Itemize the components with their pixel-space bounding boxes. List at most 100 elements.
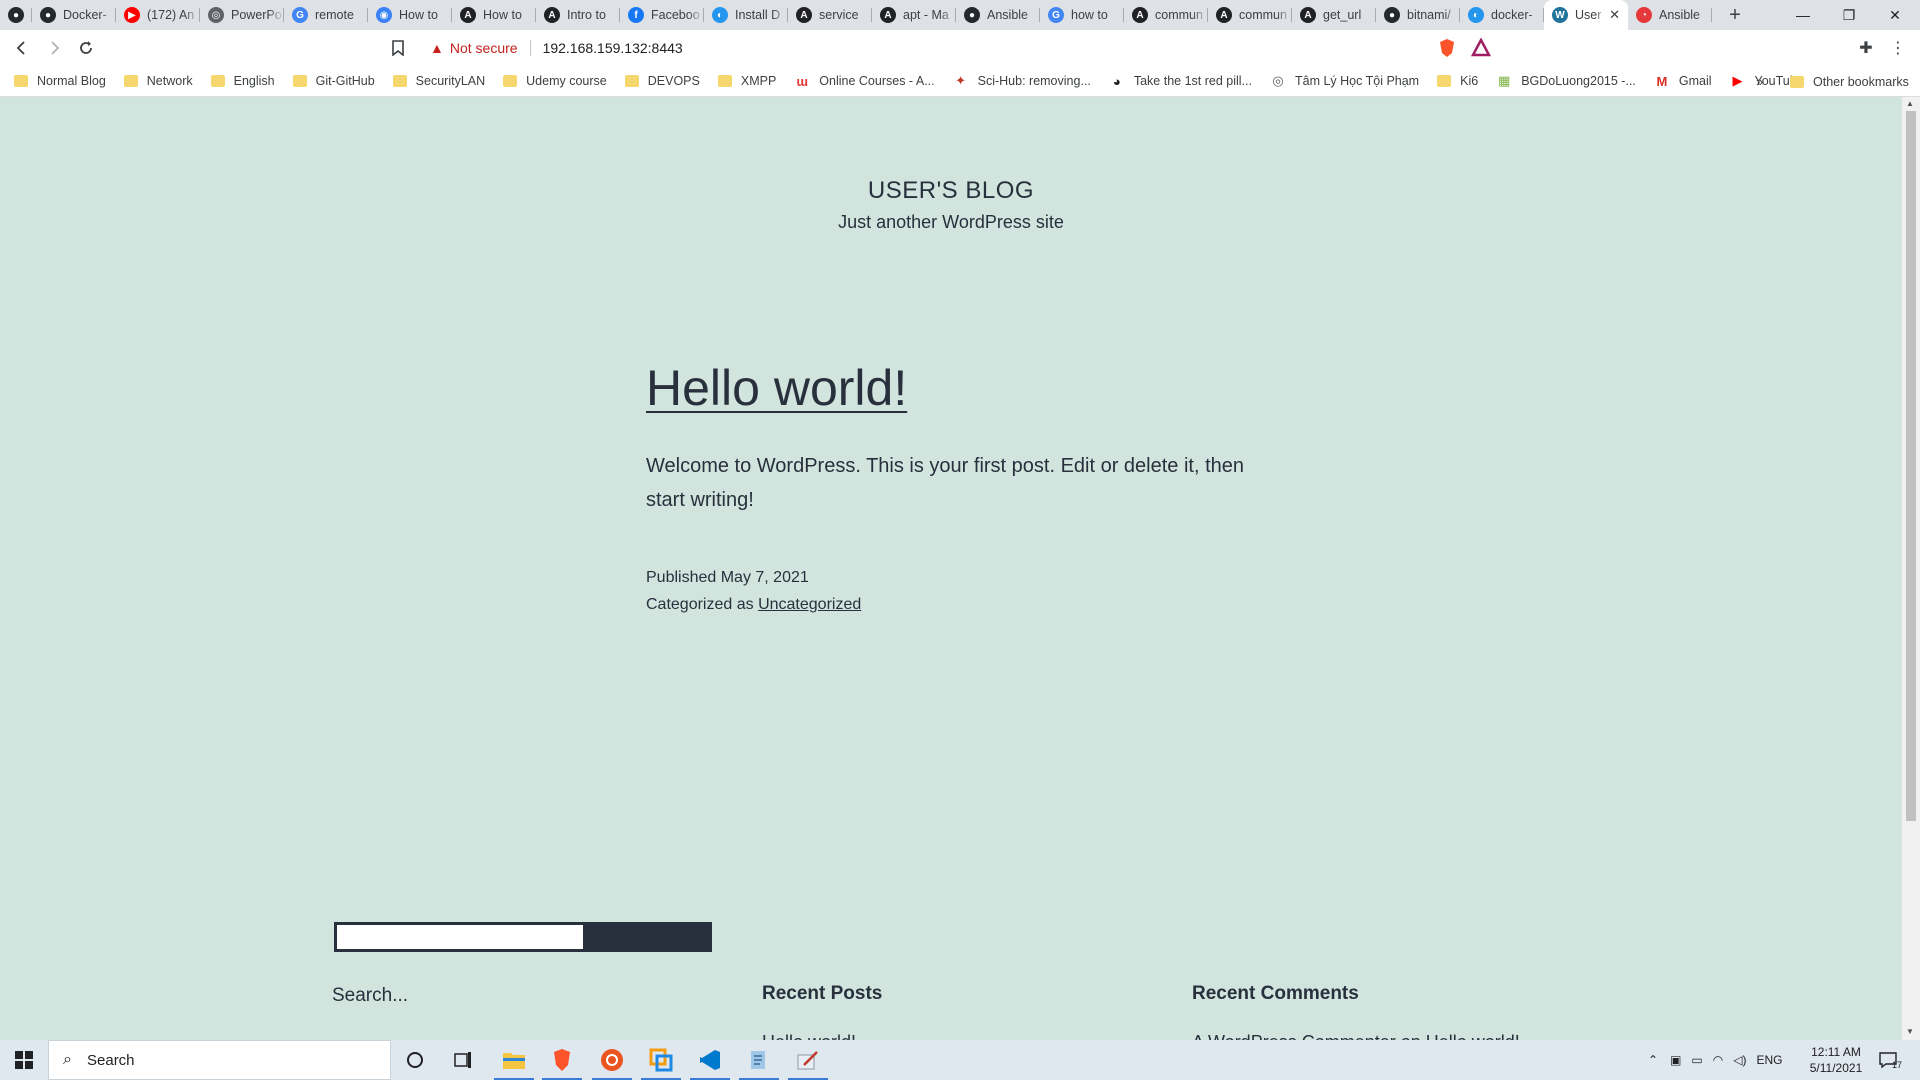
vscode-app[interactable] bbox=[686, 1040, 734, 1080]
more-bookmarks-chevron-icon[interactable]: » bbox=[1756, 74, 1763, 89]
tab[interactable]: ● Docker- bbox=[32, 0, 116, 30]
brave-browser-app[interactable] bbox=[538, 1040, 586, 1080]
extensions-button[interactable]: ✚ bbox=[1854, 36, 1878, 60]
taskbar-search-box[interactable]: ⌕ Search bbox=[48, 1040, 391, 1080]
folder-icon bbox=[717, 75, 732, 87]
bookmark-item[interactable]: Normal Blog bbox=[14, 74, 106, 88]
bookmark-item[interactable]: Network bbox=[123, 74, 193, 88]
bookmark-label: XMPP bbox=[740, 74, 777, 88]
tab[interactable]: Aapt - Ma bbox=[872, 0, 956, 30]
post-title-link[interactable]: Hello world! bbox=[646, 359, 907, 417]
notepad-app[interactable] bbox=[735, 1040, 783, 1080]
folder-icon bbox=[392, 75, 407, 87]
vmware-app[interactable] bbox=[637, 1040, 685, 1080]
search-submit-button[interactable] bbox=[586, 922, 712, 952]
tab[interactable]: A How to bbox=[452, 0, 536, 30]
docker-icon: ◐ bbox=[1468, 7, 1484, 23]
task-view-button[interactable] bbox=[439, 1040, 487, 1080]
bookmark-item[interactable]: M Gmail bbox=[1654, 73, 1711, 89]
bookmark-item[interactable]: DEVOPS bbox=[624, 74, 700, 88]
back-arrow-icon bbox=[16, 41, 25, 55]
other-bookmarks-folder[interactable]: Other bookmarks bbox=[1790, 66, 1909, 97]
url-text[interactable]: 192.168.159.132:8443 bbox=[543, 40, 683, 56]
category-link[interactable]: Uncategorized bbox=[758, 596, 861, 613]
site-title[interactable]: USER'S BLOG bbox=[0, 177, 1902, 205]
a-site-icon: A bbox=[1132, 7, 1148, 23]
tab[interactable]: ◔ Ansible bbox=[1628, 0, 1712, 30]
close-window-button[interactable]: ✕ bbox=[1872, 0, 1918, 30]
site-favicon-icon: ▶ bbox=[1732, 73, 1743, 88]
address-bar[interactable]: ▲ Not secure 192.168.159.132:8443 bbox=[418, 34, 1510, 62]
tab[interactable]: Ghow to bbox=[1040, 0, 1124, 30]
security-status[interactable]: Not secure bbox=[450, 40, 518, 56]
tab[interactable]: Acommun bbox=[1208, 0, 1292, 30]
tab[interactable]: ◐ Install D bbox=[704, 0, 788, 30]
bookmark-item[interactable]: Git-GitHub bbox=[292, 74, 375, 88]
minimize-button[interactable]: — bbox=[1780, 0, 1826, 30]
scroll-up-arrow-icon[interactable]: ▲ bbox=[1906, 99, 1914, 108]
tab[interactable]: ◉ How to bbox=[368, 0, 452, 30]
bookmark-item[interactable]: XMPP bbox=[717, 74, 777, 88]
recent-comment-link[interactable]: A WordPress Commenter on Hello world! bbox=[1192, 1032, 1520, 1040]
tab[interactable]: Gremote bbox=[284, 0, 368, 30]
tab[interactable]: Aservice bbox=[788, 0, 872, 30]
tab[interactable]: ◐ docker- bbox=[1460, 0, 1544, 30]
tab-label: Ansible bbox=[1659, 8, 1700, 22]
paint-app[interactable] bbox=[784, 1040, 832, 1080]
battery-icon[interactable]: ▭ bbox=[1691, 1053, 1702, 1067]
back-button[interactable] bbox=[10, 36, 34, 60]
scroll-thumb[interactable] bbox=[1906, 111, 1916, 821]
tab[interactable]: A Intro to bbox=[536, 0, 620, 30]
tab-label: Install D bbox=[735, 8, 781, 22]
taskbar-clock[interactable]: 12:11 AM 5/11/2021 bbox=[1800, 1044, 1872, 1076]
bookmark-item[interactable]: SecurityLAN bbox=[392, 74, 485, 88]
tab-active[interactable]: W User ✕ bbox=[1544, 0, 1628, 30]
a-site-icon: A bbox=[796, 7, 812, 23]
start-button[interactable] bbox=[0, 1040, 48, 1080]
wordpress-icon: W bbox=[1552, 7, 1568, 23]
volume-icon[interactable]: ◁) bbox=[1733, 1053, 1746, 1067]
bookmark-page-button[interactable] bbox=[386, 36, 410, 60]
tab[interactable]: ● bitnami/ bbox=[1376, 0, 1460, 30]
tab[interactable]: ● bbox=[0, 0, 32, 30]
google-icon: G bbox=[1048, 7, 1064, 23]
notepad-icon bbox=[751, 1051, 765, 1069]
bookmark-label: Tâm Lý Học Tội Phạm bbox=[1294, 74, 1420, 88]
search-input[interactable] bbox=[334, 922, 586, 952]
forward-button[interactable] bbox=[42, 36, 66, 60]
wifi-icon[interactable]: ◠ bbox=[1713, 1053, 1723, 1067]
scroll-down-arrow-icon[interactable]: ▼ bbox=[1906, 1027, 1914, 1036]
input-language[interactable]: ENG bbox=[1756, 1053, 1782, 1067]
bookmark-icon bbox=[392, 40, 404, 56]
bookmark-item[interactable]: Udemy course bbox=[503, 74, 607, 88]
meet-now-icon[interactable]: ▣ bbox=[1670, 1053, 1681, 1067]
restore-button[interactable]: ❐ bbox=[1826, 0, 1872, 30]
tab[interactable]: Acommun bbox=[1124, 0, 1208, 30]
brave-shields-icon[interactable] bbox=[1437, 38, 1457, 58]
bookmark-item[interactable]: ◎ Tâm Lý Học Tội Phạm bbox=[1270, 73, 1419, 89]
brave-rewards-icon[interactable] bbox=[1470, 37, 1492, 58]
reload-button[interactable] bbox=[74, 36, 98, 60]
bookmark-item[interactable]: ◕ Take the 1st red pill... bbox=[1109, 73, 1252, 89]
cortana-button[interactable] bbox=[391, 1040, 439, 1080]
page-scrollbar[interactable]: ▲ ▼ bbox=[1902, 97, 1920, 1040]
bookmark-item[interactable]: ▦ BGDoLuong2015 -... bbox=[1496, 73, 1636, 89]
tab[interactable]: ▶ (172) An bbox=[116, 0, 200, 30]
bookmark-item[interactable]: English bbox=[210, 74, 275, 88]
youtube-icon: ▶ bbox=[124, 7, 140, 23]
tab[interactable]: ◎ PowerPo bbox=[200, 0, 284, 30]
recent-post-link[interactable]: Hello world! bbox=[762, 1032, 856, 1040]
browser-menu-button[interactable]: ⋮ bbox=[1886, 36, 1910, 60]
ubuntu-app[interactable] bbox=[588, 1040, 636, 1080]
bookmark-item[interactable]: ɯ Online Courses - A... bbox=[794, 73, 935, 89]
tab[interactable]: f Faceboo bbox=[620, 0, 704, 30]
tab[interactable]: ● Ansible bbox=[956, 0, 1040, 30]
bookmark-item[interactable]: ✦ Sci-Hub: removing... bbox=[953, 73, 1091, 89]
new-tab-button[interactable]: + bbox=[1720, 0, 1750, 30]
show-hidden-icons-chevron-icon[interactable]: ⌃ bbox=[1648, 1053, 1658, 1067]
close-tab-icon[interactable]: ✕ bbox=[1609, 7, 1620, 23]
tab[interactable]: Aget_url bbox=[1292, 0, 1376, 30]
file-explorer-app[interactable] bbox=[490, 1040, 538, 1080]
action-center-button[interactable]: 17 bbox=[1878, 1040, 1902, 1080]
bookmark-item[interactable]: Ki6 bbox=[1437, 74, 1478, 88]
